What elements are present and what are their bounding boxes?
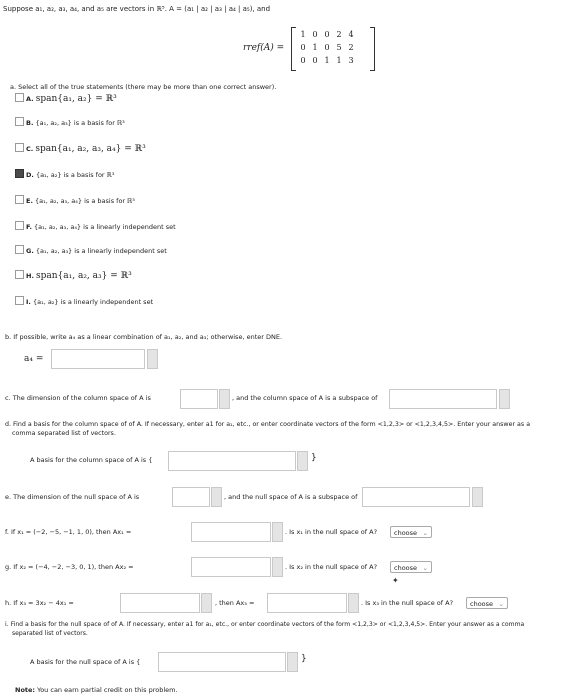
preview-stub xyxy=(272,522,283,542)
preview-stub xyxy=(219,389,230,409)
x3-null-space-select[interactable]: choose ⌄ xyxy=(466,597,508,609)
chevron-down-icon: ⌄ xyxy=(422,529,428,537)
matrix-cell: 0 xyxy=(300,43,306,52)
matrix-cell: 2 xyxy=(348,43,354,52)
null-space-basis-input[interactable] xyxy=(158,652,286,672)
part-d-prompt: d. Find a basis for the column space of … xyxy=(5,421,531,428)
matrix-cell: 0 xyxy=(312,30,318,39)
option-i[interactable]: I. {a₁, a₂} is a linearly independent se… xyxy=(15,296,153,306)
checkbox[interactable] xyxy=(15,93,24,102)
column-space-subspace-input[interactable] xyxy=(389,389,497,409)
matrix-cell: 1 xyxy=(300,30,306,39)
a4-input[interactable] xyxy=(51,349,145,369)
matrix-cell: 2 xyxy=(336,30,342,39)
preview-stub xyxy=(499,389,510,409)
part-g-question: . Is x₂ in the null space of A? xyxy=(285,563,378,571)
part-d-prompt-2: comma separated list of vectors. xyxy=(12,430,116,437)
null-basis-label: A basis for the null space of A is { xyxy=(30,658,141,666)
part-h-label: h. If x₃ = 3x₂ − 4x₁ = xyxy=(5,599,74,607)
column-basis-label: A basis for the column space of A is { xyxy=(30,456,153,464)
problem-intro: Suppose a₁, a₂, a₃, a₄, and a₅ are vecto… xyxy=(3,5,271,13)
checkbox[interactable] xyxy=(15,143,24,152)
checkbox[interactable] xyxy=(15,195,24,204)
ax1-input[interactable] xyxy=(191,522,271,542)
part-a-prompt: a. Select all of the true statements (th… xyxy=(10,83,277,91)
checkbox[interactable] xyxy=(15,270,24,279)
part-e-text-2: , and the null space of A is a subspace … xyxy=(224,493,358,501)
matrix-cell: 0 xyxy=(300,56,306,65)
matrix-cell: 4 xyxy=(348,30,354,39)
part-c-text: c. The dimension of the column space of … xyxy=(5,394,151,402)
rref-matrix: 1 0 0 2 4 0 1 0 5 2 0 0 1 1 3 xyxy=(291,27,375,71)
mouse-cursor-icon: ✦ xyxy=(392,576,399,585)
preview-stub xyxy=(472,487,483,507)
part-h-mid: , then Ax₃ = xyxy=(215,599,255,607)
option-h[interactable]: H. span{a₁, a₂, a₃} = ℝ³ xyxy=(15,270,132,281)
brace-close: } xyxy=(311,453,317,463)
checkbox[interactable] xyxy=(15,296,24,305)
matrix-cell: 3 xyxy=(348,56,354,65)
part-g-label: g. If x₂ = (−4, −2, −3, 0, 1), then Ax₂ … xyxy=(5,563,134,571)
ax2-input[interactable] xyxy=(191,557,271,577)
matrix-cell: 1 xyxy=(336,56,342,65)
preview-stub xyxy=(211,487,222,507)
option-g[interactable]: G. {a₁, a₂, a₃} is a linearly independen… xyxy=(15,245,167,255)
brace-close: } xyxy=(301,654,307,664)
preview-stub xyxy=(272,557,283,577)
x2-null-space-select[interactable]: choose ⌄ xyxy=(390,561,432,573)
option-e[interactable]: E. {a₁, a₂, a₃, a₄} is a basis for ℝ³ xyxy=(15,195,135,205)
part-f-question: . Is x₁ in the null space of A? xyxy=(285,528,378,536)
option-f[interactable]: F. {a₁, a₂, a₃, a₄} is a linearly indepe… xyxy=(15,221,176,231)
matrix-cell: 0 xyxy=(324,43,330,52)
ax3-input[interactable] xyxy=(267,593,347,613)
matrix-cell: 0 xyxy=(312,56,318,65)
matrix-cell: 5 xyxy=(336,43,342,52)
preview-stub xyxy=(201,593,212,613)
chevron-down-icon: ⌄ xyxy=(422,564,428,572)
part-b-prompt: b. If possible, write a₄ as a linear com… xyxy=(5,333,283,341)
matrix-cell: 1 xyxy=(312,43,318,52)
option-a[interactable]: A. span{a₁, a₂} = ℝ³ xyxy=(15,93,117,104)
column-space-dimension-input[interactable] xyxy=(180,389,218,409)
option-b[interactable]: B. {a₁, a₂, a₃} is a basis for ℝ³ xyxy=(15,117,125,127)
preview-stub xyxy=(287,652,298,672)
part-c-text-2: , and the column space of A is a subspac… xyxy=(232,394,378,402)
checkbox[interactable] xyxy=(15,245,24,254)
checkbox[interactable] xyxy=(15,221,24,230)
x1-null-space-select[interactable]: choose ⌄ xyxy=(390,526,432,538)
a4-label: a₄ = xyxy=(24,354,44,364)
checkbox[interactable] xyxy=(15,117,24,126)
preview-stub xyxy=(297,451,308,471)
matrix-cell: 1 xyxy=(324,56,330,65)
partial-credit-note: Note: You can earn partial credit on thi… xyxy=(15,686,178,694)
part-e-text: e. The dimension of the null space of A … xyxy=(5,493,140,501)
column-space-basis-input[interactable] xyxy=(168,451,296,471)
part-i-prompt: i. Find a basis for the null space of of… xyxy=(5,621,525,628)
preview-stub xyxy=(348,593,359,613)
a4-input-preview xyxy=(147,349,158,369)
rref-label: rref(A) = xyxy=(243,43,285,53)
part-f-label: f. If x₁ = (−2, −5, −1, 1, 0), then Ax₁ … xyxy=(5,528,132,536)
null-space-subspace-input[interactable] xyxy=(362,487,470,507)
option-c[interactable]: C. span{a₁, a₂, a₃, a₄} = ℝ³ xyxy=(15,143,146,154)
option-d[interactable]: D. {a₁, a₂} is a basis for ℝ³ xyxy=(15,169,114,179)
chevron-down-icon: ⌄ xyxy=(498,600,504,608)
checkbox-checked[interactable] xyxy=(15,169,24,178)
part-i-prompt-2: separated list of vectors. xyxy=(12,630,88,637)
part-h-question: . Is x₃ in the null space of A? xyxy=(361,599,454,607)
x3-input[interactable] xyxy=(120,593,200,613)
matrix-cell: 0 xyxy=(324,30,330,39)
null-space-dimension-input[interactable] xyxy=(172,487,210,507)
